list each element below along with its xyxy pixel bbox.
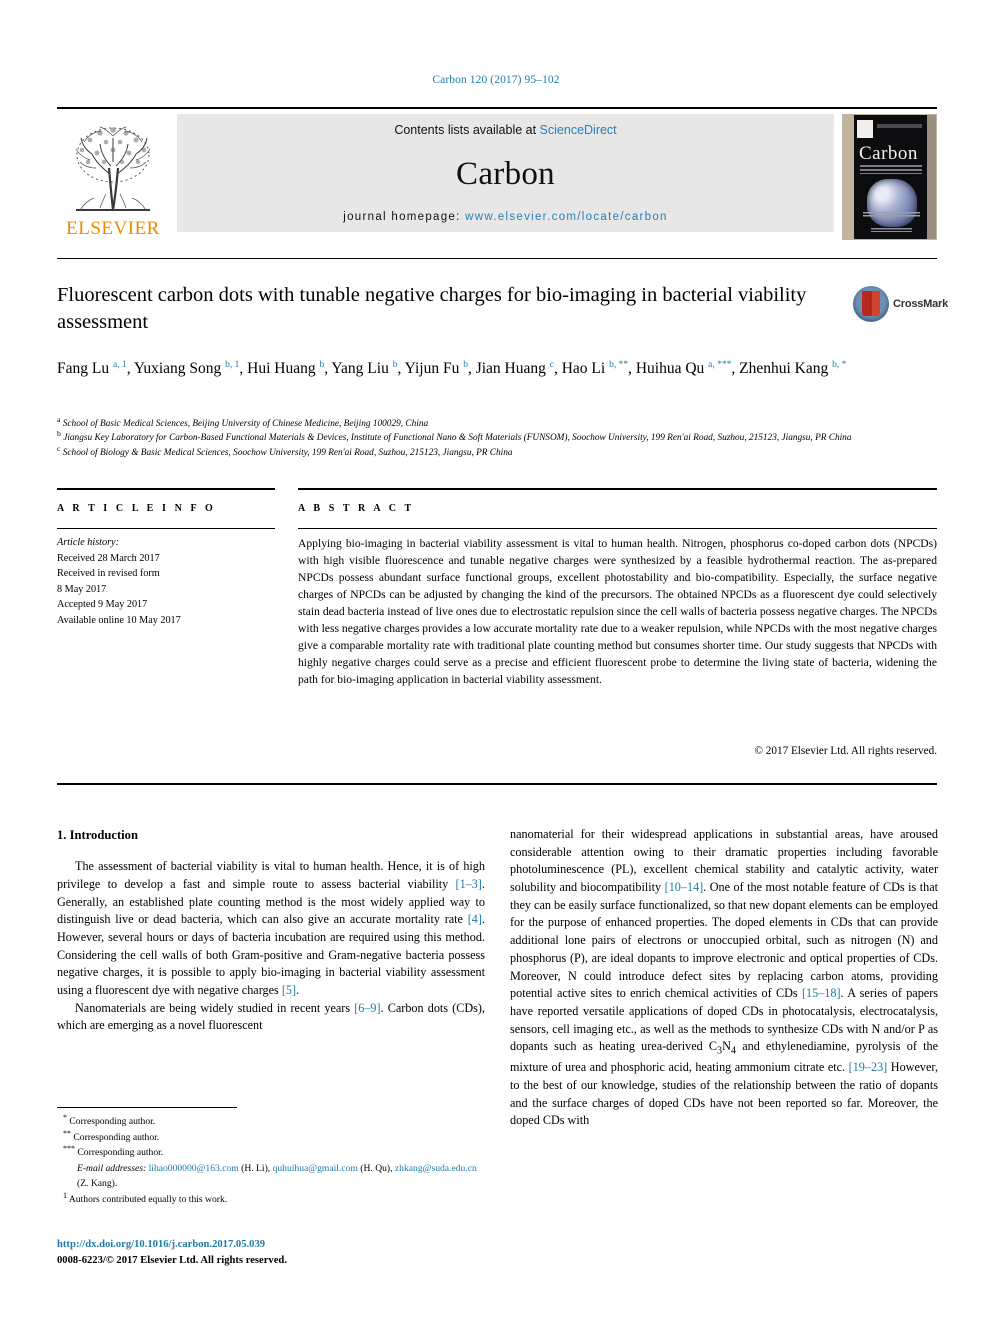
homepage-url-link[interactable]: www.elsevier.com/locate/carbon (465, 211, 668, 223)
footnote-divider (57, 1107, 237, 1108)
cover-bottom-text-lines (863, 212, 920, 217)
journal-cover-thumbnail: Carbon (842, 114, 937, 240)
title-divider (57, 258, 937, 259)
affiliation-marker: a (57, 414, 61, 424)
journal-banner: Contents lists available at ScienceDirec… (177, 114, 834, 232)
body-paragraph: Nanomaterials are being widely studied i… (57, 1000, 485, 1033)
history-item: Received 28 March 2017 (57, 552, 160, 564)
email-link[interactable]: quhuihua@gmail.com (273, 1163, 358, 1174)
crossmark-label: CrossMark (893, 298, 949, 310)
footnotes: * Corresponding author. ** Corresponding… (57, 1112, 487, 1208)
footnote-marker: *** (63, 1143, 75, 1153)
footnote-marker: ** (63, 1128, 71, 1138)
journal-title: Carbon (456, 155, 555, 192)
cover-footer-text-lines (871, 228, 912, 232)
affiliation-list: a School of Basic Medical Sciences, Beij… (57, 414, 927, 460)
doi-block: http://dx.doi.org/10.1016/j.carbon.2017.… (57, 1237, 487, 1269)
cover-spine (843, 115, 854, 239)
history-title: Article history: (57, 537, 119, 548)
article-history: Article history: Received 28 March 2017 … (57, 535, 277, 628)
cover-right-band (927, 115, 936, 239)
sciencedirect-link[interactable]: ScienceDirect (540, 123, 617, 137)
footnote-item: *** Corresponding author. (57, 1143, 487, 1161)
email-link[interactable]: zhkang@suda.edu.cn (395, 1163, 477, 1174)
footnote-text: Corresponding author. (73, 1131, 160, 1143)
history-item: Available online 10 May 2017 (57, 614, 181, 626)
affiliation-text: School of Biology & Basic Medical Scienc… (62, 447, 513, 458)
elsevier-logo: ELSEVIER (57, 114, 169, 240)
footnote-marker: * (63, 1112, 67, 1122)
footnote-item: 1 Authors contributed equally to this wo… (57, 1190, 487, 1208)
email-label: E-mail addresses: (77, 1162, 147, 1174)
footnote-marker: 1 (63, 1190, 67, 1200)
footnote-item: ** Corresponding author. (57, 1128, 487, 1146)
author-list: Fang Lu a, 1, Yuxiang Song b, 1, Hui Hua… (57, 359, 847, 377)
crossmark-icon (853, 286, 889, 322)
elsevier-tree-icon (75, 126, 151, 211)
footnote-item: * Corresponding author. (57, 1112, 487, 1130)
abstract-thin-rule (298, 528, 937, 529)
footnote-text: Authors contributed equally to this work… (68, 1193, 228, 1205)
affiliation-marker: c (57, 443, 61, 453)
copyright-line: © 2017 Elsevier Ltd. All rights reserved… (754, 745, 938, 757)
crossmark-badge[interactable]: CrossMark (853, 283, 949, 325)
footnote-text: Corresponding author. (69, 1116, 156, 1127)
affiliation-marker: b (57, 429, 61, 439)
abstract-text: Applying bio-imaging in bacterial viabil… (298, 537, 937, 687)
affiliation-item: a School of Basic Medical Sciences, Beij… (57, 414, 927, 431)
journal-masthead: ELSEVIER Contents lists available at Sci… (57, 107, 937, 240)
body-column-right: nanomaterial for their widespread applic… (510, 826, 938, 1130)
article-info-header: A R T I C L E I N F O (57, 503, 216, 514)
title-block: Fluorescent carbon dots with tunable neg… (57, 282, 847, 337)
article-page: Carbon 120 (2017) 95–102 ELSEVIER Conten… (0, 0, 992, 1323)
journal-homepage-line: journal homepage: www.elsevier.com/locat… (343, 211, 668, 223)
history-item: Accepted 9 May 2017 (57, 599, 148, 610)
info-top-rule (57, 488, 275, 490)
abstract-header: A B S T R A C T (298, 503, 415, 514)
page-title: Fluorescent carbon dots with tunable neg… (57, 284, 807, 334)
homepage-label: journal homepage: (343, 211, 466, 223)
affiliation-text: School of Basic Medical Sciences, Beijin… (62, 419, 429, 429)
cover-journal-title: Carbon (859, 143, 918, 164)
affiliation-item: c School of Biology & Basic Medical Scie… (57, 443, 927, 460)
body-paragraph: nanomaterial for their widespread applic… (510, 827, 939, 1128)
info-thin-rule (57, 528, 275, 529)
footnote-text: Corresponding author. (77, 1147, 164, 1159)
crossmark-book-shape (862, 291, 880, 316)
history-item: 8 May 2017 (57, 583, 107, 595)
email-owner: (H. Li) (241, 1162, 268, 1174)
email-owner: (H. Qu) (360, 1162, 391, 1174)
cover-nanoparticle-image (867, 179, 917, 227)
body-column-left: 1. Introduction The assessment of bacter… (57, 826, 485, 1035)
doi-link[interactable]: http://dx.doi.org/10.1016/j.carbon.2017.… (57, 1237, 487, 1253)
email-link[interactable]: lihao000000@163.com (149, 1163, 239, 1174)
history-item: Received in revised form (57, 568, 160, 579)
section-heading-introduction: 1. Introduction (57, 828, 138, 842)
cover-top-rule (877, 124, 922, 128)
contents-label: Contents lists available at (394, 123, 540, 137)
body-paragraph: The assessment of bacterial viability is… (57, 859, 485, 998)
email-owner: (Z. Kang). (77, 1178, 118, 1190)
running-head: Carbon 120 (2017) 95–102 (432, 74, 560, 86)
issn-copyright-line: 0008-6223/© 2017 Elsevier Ltd. All right… (57, 1254, 287, 1266)
affiliation-text: Jiangsu Key Laboratory for Carbon-Based … (63, 433, 852, 444)
abstract-top-rule (298, 488, 937, 490)
contents-line: Contents lists available at ScienceDirec… (394, 123, 616, 137)
cover-subtitle-lines (860, 165, 922, 174)
affiliation-item: b Jiangsu Key Laboratory for Carbon-Base… (57, 429, 927, 445)
cover-elsevier-mark (857, 120, 873, 138)
elsevier-wordmark: ELSEVIER (66, 218, 160, 239)
abstract-bottom-rule (57, 783, 937, 785)
email-addresses-line: E-mail addresses: lihao000000@163.com (H… (77, 1162, 477, 1190)
